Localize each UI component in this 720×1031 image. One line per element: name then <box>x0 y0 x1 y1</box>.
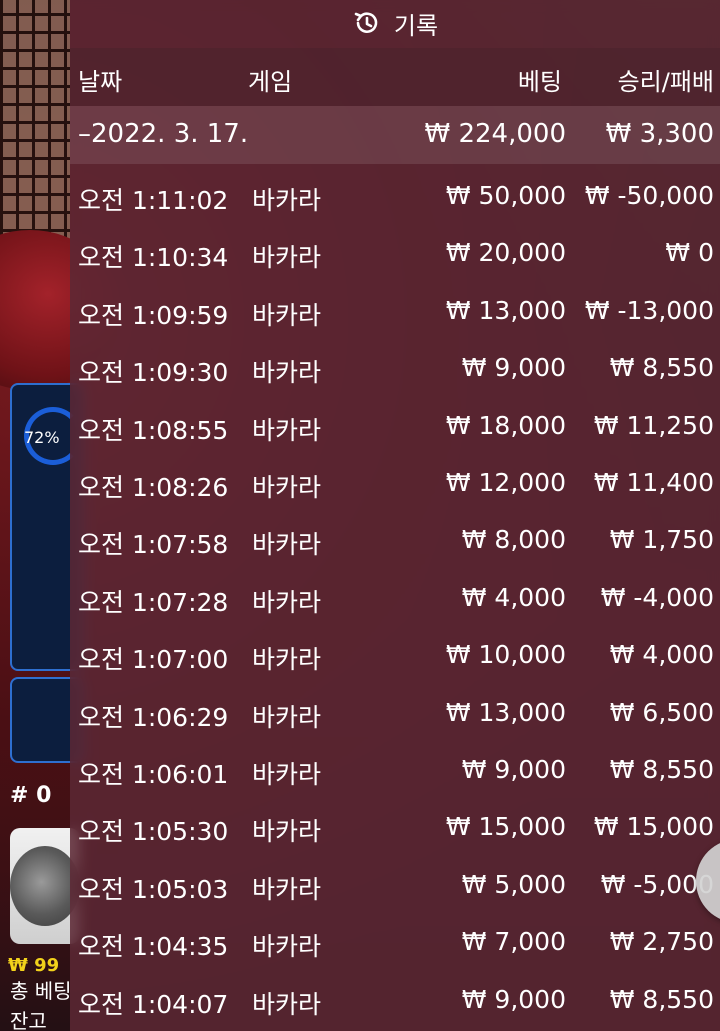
balance-yellow: ₩ 99 <box>8 955 60 976</box>
row-time: 오전 1:06:29 <box>78 702 229 732</box>
row-time: 오전 1:08:26 <box>78 473 229 502</box>
row-game: 바카라 <box>252 817 322 847</box>
row-time: 오전 1:04:35 <box>78 932 229 962</box>
row-game: 바카라 <box>252 874 322 904</box>
row-game: 바카라 <box>252 473 322 502</box>
row-time: 오전 1:07:00 <box>78 645 229 675</box>
history-row[interactable]: 오전 1:09:30 바카라 ₩ 9,000 ₩ 8,550 <box>70 341 720 398</box>
row-game: 바카라 <box>252 989 322 1019</box>
header-winloss: 승리/패배 <box>617 68 714 96</box>
history-row[interactable]: 오전 1:08:26 바카라 ₩ 12,000 ₩ 11,400 <box>70 456 720 513</box>
row-winloss: ₩ 1,750 <box>609 525 714 555</box>
summary-winloss: ₩ 3,300 <box>605 119 714 149</box>
row-game: 바카라 <box>252 415 322 445</box>
row-time: 오전 1:05:03 <box>78 874 229 904</box>
history-row[interactable]: 오전 1:07:00 바카라 ₩ 10,000 ₩ 4,000 <box>70 628 720 685</box>
row-winloss: ₩ 8,550 <box>609 353 714 383</box>
row-game: 바카라 <box>252 932 322 962</box>
history-row[interactable]: 오전 1:06:01 바카라 ₩ 9,000 ₩ 8,550 <box>70 743 720 800</box>
row-bet: ₩ 13,000 <box>445 295 566 325</box>
row-bet: ₩ 4,000 <box>461 582 566 612</box>
row-bet: ₩ 12,000 <box>445 468 566 497</box>
row-game: 바카라 <box>252 300 322 330</box>
row-bet: ₩ 9,000 <box>461 755 566 784</box>
row-bet: ₩ 18,000 <box>445 410 566 440</box>
row-time: 오전 1:04:07 <box>78 989 229 1019</box>
history-row[interactable]: 오전 1:08:55 바카라 ₩ 18,000 ₩ 11,250 <box>70 399 720 456</box>
table-header: 날짜 게임 베팅 승리/패배 <box>70 48 720 106</box>
row-game: 바카라 <box>252 243 322 273</box>
row-bet: ₩ 9,000 <box>461 984 566 1014</box>
header-game: 게임 <box>248 68 293 96</box>
row-bet: ₩ 7,000 <box>461 927 566 957</box>
history-row[interactable]: 오전 1:07:58 바카라 ₩ 8,000 ₩ 1,750 <box>70 513 720 570</box>
total-bet-label: 총 베팅 <box>10 979 72 1003</box>
row-winloss: ₩ 11,400 <box>593 468 714 497</box>
row-game: 바카라 <box>252 645 322 675</box>
row-game: 바카라 <box>252 587 322 617</box>
row-time: 오전 1:10:34 <box>78 243 229 273</box>
stats-percent: 72% <box>24 428 60 447</box>
history-row[interactable]: 오전 1:07:28 바카라 ₩ 4,000 ₩ -4,000 <box>70 571 720 628</box>
history-overlay: 기록 날짜 게임 베팅 승리/패배 –2022. 3. 17. ₩ 224,00… <box>70 0 720 1031</box>
row-game: 바카라 <box>252 358 322 388</box>
row-bet: ₩ 50,000 <box>445 181 566 210</box>
background-lattice <box>0 0 70 250</box>
row-winloss: ₩ 2,750 <box>609 927 714 957</box>
row-time: 오전 1:11:02 <box>78 186 229 215</box>
row-bet: ₩ 5,000 <box>461 869 566 899</box>
row-winloss: ₩ -4,000 <box>600 582 714 612</box>
header-bet: 베팅 <box>517 68 562 96</box>
row-bet: ₩ 13,000 <box>445 697 566 727</box>
history-icon <box>352 8 382 38</box>
row-winloss: ₩ 6,500 <box>609 697 714 727</box>
row-winloss: ₩ 8,550 <box>609 984 714 1014</box>
row-time: 오전 1:07:58 <box>78 530 229 560</box>
row-game: 바카라 <box>252 702 322 732</box>
summary-date: –2022. 3. 17. <box>78 119 249 149</box>
history-row[interactable]: 오전 1:06:29 바카라 ₩ 13,000 ₩ 6,500 <box>70 686 720 743</box>
round-label: # 0 <box>10 783 52 808</box>
row-bet: ₩ 10,000 <box>445 640 566 670</box>
history-row[interactable]: 오전 1:09:59 바카라 ₩ 13,000 ₩ -13,000 <box>70 284 720 341</box>
row-bet: ₩ 15,000 <box>445 812 566 842</box>
row-time: 오전 1:06:01 <box>78 760 229 789</box>
row-game: 바카라 <box>252 530 322 560</box>
row-time: 오전 1:09:30 <box>78 358 229 388</box>
row-time: 오전 1:07:28 <box>78 587 229 617</box>
history-row[interactable]: 오전 1:05:03 바카라 ₩ 5,000 ₩ -5,000 <box>70 858 720 915</box>
row-winloss: ₩ 0 <box>665 238 714 268</box>
row-time: 오전 1:05:30 <box>78 817 229 847</box>
history-row[interactable]: 오전 1:11:02 바카라 ₩ 50,000 ₩ -50,000 <box>70 169 720 226</box>
history-row[interactable]: 오전 1:05:30 바카라 ₩ 15,000 ₩ 15,000 <box>70 800 720 857</box>
row-bet: ₩ 9,000 <box>461 353 566 383</box>
row-time: 오전 1:08:55 <box>78 415 229 445</box>
row-winloss: ₩ -13,000 <box>584 295 714 325</box>
row-winloss: ₩ 4,000 <box>609 640 714 670</box>
row-winloss: ₩ 11,250 <box>593 410 714 440</box>
row-game: 바카라 <box>252 760 322 789</box>
history-row[interactable]: 오전 1:10:34 바카라 ₩ 20,000 ₩ 0 <box>70 226 720 283</box>
history-title-bar: 기록 <box>70 0 720 46</box>
history-title: 기록 <box>393 11 439 40</box>
history-row[interactable]: 오전 1:04:07 바카라 ₩ 9,000 ₩ 8,550 <box>70 973 720 1030</box>
row-time: 오전 1:09:59 <box>78 300 229 330</box>
row-bet: ₩ 20,000 <box>445 238 566 268</box>
row-game: 바카라 <box>252 186 322 215</box>
row-winloss: ₩ 15,000 <box>593 812 714 842</box>
row-bet: ₩ 8,000 <box>461 525 566 555</box>
row-winloss: ₩ -50,000 <box>584 181 714 210</box>
balance-label: 잔고 <box>10 1009 47 1031</box>
history-row[interactable]: 오전 1:04:35 바카라 ₩ 7,000 ₩ 2,750 <box>70 915 720 972</box>
row-winloss: ₩ 8,550 <box>609 755 714 784</box>
header-date: 날짜 <box>78 68 123 96</box>
app-root: 72% # 0 ₩ 99 총 베팅 잔고 기록 날짜 게임 베팅 승리/패배 –… <box>0 0 720 1031</box>
date-summary-row[interactable]: –2022. 3. 17. ₩ 224,000 ₩ 3,300 <box>70 106 720 164</box>
summary-bet: ₩ 224,000 <box>424 119 567 149</box>
